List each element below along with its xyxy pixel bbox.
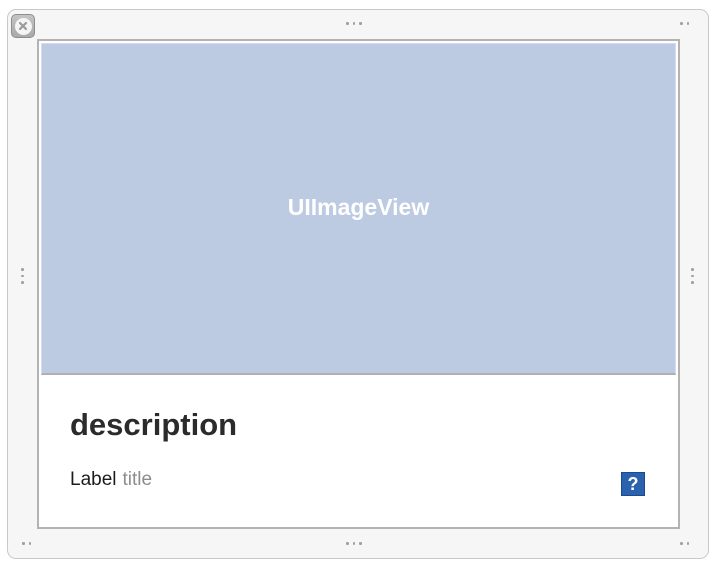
title-text: title [122,469,153,490]
view-controller-card[interactable]: UIImageView description Label title ? [37,39,680,529]
left-resize-handle[interactable] [21,268,24,284]
bottom-right-corner-handle[interactable] [680,542,689,545]
image-view-label: UIImageView [287,193,430,220]
help-icon[interactable]: ? [621,472,645,496]
right-resize-handle[interactable] [691,268,694,284]
description-label[interactable]: description [70,407,237,443]
close-button[interactable] [11,14,35,38]
label-text: Label [70,469,117,490]
top-resize-handle[interactable] [346,22,362,25]
bottom-left-corner-handle[interactable] [22,542,31,545]
label-row[interactable]: Label title [70,469,152,491]
image-view[interactable]: UIImageView [41,43,676,375]
bottom-resize-handle[interactable] [346,542,362,545]
top-right-corner-handle[interactable] [680,22,689,25]
close-icon [14,17,32,35]
